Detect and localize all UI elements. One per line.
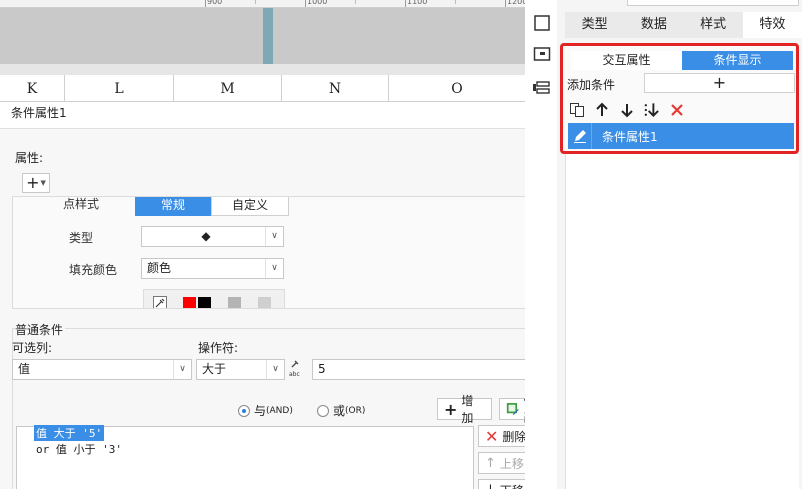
panel-icon[interactable] (533, 46, 551, 62)
eyedropper-icon[interactable] (153, 296, 167, 309)
or-label: 或 (333, 404, 346, 418)
svg-text:abc: abc (289, 371, 300, 378)
plus-icon: + (26, 173, 40, 192)
column-select-value: 值 (18, 362, 31, 376)
column-header-n[interactable]: N (282, 75, 389, 102)
attribute-panel: 点样式 常规 自定义 类型 ◆ ∨ 填充颜色 颜色 ∨ ∧ (12, 196, 551, 309)
add-label: 增加 (461, 394, 474, 425)
chevron-down-icon: ∨ (266, 360, 284, 379)
add-condition-label: 添加条件 (567, 78, 616, 92)
caret-down-icon: ▼ (40, 179, 46, 187)
add-condition-button[interactable]: + 增加 (437, 394, 492, 425)
copy-icon[interactable] (568, 102, 585, 119)
add-attribute-button[interactable]: + ▼ (22, 173, 50, 193)
canvas-preview[interactable] (0, 8, 525, 64)
fill-color-select[interactable]: 颜色 ∨ (141, 258, 284, 279)
delete-label: 删除 (502, 429, 527, 444)
and-label: 与 (254, 404, 267, 418)
highlight-frame: 交互属性 条件显示 添加条件 + 条件属性1 (560, 43, 799, 154)
properties-panel: 类型 数据 样式 特效 交互属性 条件显示 添加条件 + 条件属性1 (557, 0, 802, 489)
condition-editor: 属性: + ▼ 点样式 常规 自定义 类型 ◆ ∨ 填充颜色 颜色 ∨ 普通条件… (0, 128, 556, 489)
column-header-m[interactable]: M (174, 75, 282, 102)
operator-select-value: 大于 (202, 362, 227, 376)
point-style-toggle: 常规 自定义 (135, 197, 289, 216)
condition-line-2[interactable]: or 值 小于 '3' (36, 441, 122, 457)
fill-color-value: 颜色 (147, 261, 172, 275)
point-style-normal[interactable]: 常规 (135, 197, 211, 216)
condition-detail-area (565, 154, 799, 489)
or-radio[interactable]: 或 (OR) (317, 402, 365, 419)
ruler-label: 900 (207, 0, 223, 6)
condition-line-1[interactable]: 值 大于 '5' (34, 425, 105, 441)
swatch-red[interactable] (183, 297, 196, 308)
type-select[interactable]: ◆ ∨ (141, 226, 284, 247)
operator-select[interactable]: 大于 ∨ (196, 359, 285, 380)
editor-title: 条件属性1 (11, 106, 67, 120)
attr-label: 属性: (15, 151, 44, 165)
radio-selected-icon (238, 404, 250, 417)
column-header-k[interactable]: K (0, 75, 65, 102)
effect-subtabs: 交互属性 条件显示 (571, 51, 793, 70)
ruler-label: 1000 (307, 0, 328, 6)
type-select-value: ◆ (201, 229, 211, 243)
ruler-label: 1200 (507, 0, 525, 6)
swatch-light-gray[interactable] (258, 297, 271, 308)
panel-tabs: 类型 数据 样式 特效 (565, 12, 802, 38)
horizontal-ruler: 900 1000 1100 1200 (0, 0, 525, 8)
tab-data[interactable]: 数据 (624, 12, 683, 38)
operand-input[interactable]: 5 (312, 359, 551, 380)
add-condition-plus-button[interactable]: + (644, 73, 795, 93)
delete-icon[interactable] (668, 102, 685, 119)
type-label: 类型 (69, 231, 94, 245)
vertical-toolbar (525, 0, 557, 489)
or-code: (OR) (345, 405, 366, 416)
radio-unselected-icon (317, 404, 329, 417)
column-header-o[interactable]: O (389, 75, 525, 102)
arrow-down-icon: ↓ (485, 483, 496, 489)
layers-icon[interactable] (533, 80, 551, 96)
swatch-gray[interactable] (228, 297, 241, 308)
column-label: 可选列: (12, 341, 53, 355)
column-select[interactable]: 值 ∨ (12, 359, 192, 380)
chevron-down-icon: ∨ (173, 360, 191, 379)
and-radio[interactable]: 与 (AND) (238, 402, 293, 419)
tab-effects[interactable]: 特效 (742, 12, 802, 38)
top-input[interactable] (627, 0, 799, 6)
and-code: (AND) (266, 405, 293, 416)
condition-item[interactable]: 条件属性1 (568, 123, 794, 149)
common-condition-label: 普通条件 (15, 321, 66, 338)
move-up-icon[interactable] (593, 102, 610, 119)
move-bottom-icon[interactable] (643, 102, 660, 119)
canvas-gap (0, 64, 525, 75)
tab-type[interactable]: 类型 (565, 12, 624, 38)
swatch-black[interactable] (198, 297, 211, 308)
column-headers: K L M N O (0, 75, 525, 102)
tab-style[interactable]: 样式 (684, 12, 743, 38)
arrow-up-icon: ↑ (485, 455, 496, 471)
color-swatches (143, 289, 285, 309)
frame-icon[interactable] (533, 15, 551, 31)
edit-pencil-icon[interactable] (568, 123, 592, 149)
modify-icon (506, 403, 519, 415)
operator-label: 操作符: (198, 341, 239, 355)
condition-toolbar (568, 100, 685, 120)
plus-icon: + (444, 399, 458, 419)
point-style-label: 点样式 (63, 197, 100, 211)
move-down-label: 下移 (500, 482, 524, 489)
fill-color-label: 填充颜色 (69, 263, 118, 277)
condition-item-label: 条件属性1 (602, 129, 658, 144)
delete-x-icon: ✕ (485, 426, 499, 446)
move-up-label: 上移 (499, 456, 524, 471)
chevron-down-icon: ∨ (265, 227, 283, 246)
subtab-condition-display[interactable]: 条件显示 (682, 51, 793, 70)
ruler-label: 1100 (407, 0, 428, 6)
move-down-icon[interactable] (618, 102, 635, 119)
point-style-custom[interactable]: 自定义 (211, 197, 289, 216)
chevron-down-icon: ∨ (265, 259, 283, 278)
selected-band (263, 8, 273, 64)
formula-type-icon[interactable]: abc (288, 358, 308, 378)
subtab-interaction[interactable]: 交互属性 (571, 51, 682, 70)
column-header-l[interactable]: L (65, 75, 174, 102)
